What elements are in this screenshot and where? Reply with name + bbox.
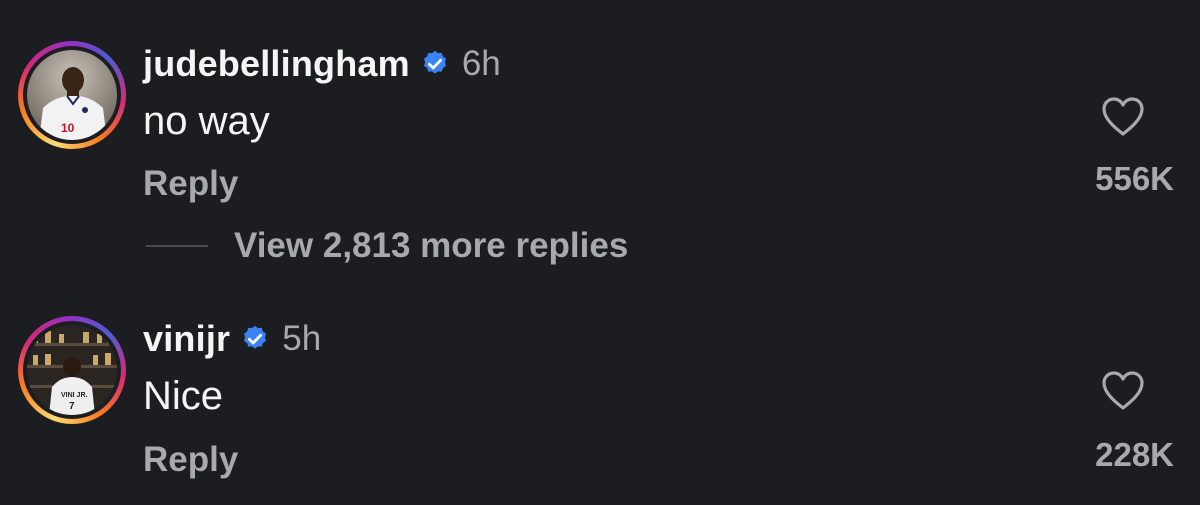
comment-header: vinijr 5h: [143, 315, 321, 363]
view-more-replies-button[interactable]: View 2,813 more replies: [146, 226, 628, 266]
timestamp: 5h: [282, 319, 322, 358]
timestamp: 6h: [461, 44, 501, 83]
verified-badge-icon: [240, 324, 270, 354]
comments-thread: 10 judebellingham 6h no way Reply 556K V…: [0, 0, 1200, 505]
username[interactable]: judebellingham: [143, 43, 410, 85]
heart-icon[interactable]: [1100, 95, 1146, 137]
avatar: 10: [27, 50, 117, 140]
username[interactable]: vinijr: [143, 318, 230, 360]
svg-text:VINI JR.: VINI JR.: [61, 392, 88, 399]
heart-icon[interactable]: [1100, 369, 1146, 411]
svg-text:10: 10: [61, 121, 75, 135]
comment-text: Nice: [143, 374, 224, 418]
avatar-ring[interactable]: VINI JR. 7: [18, 316, 126, 424]
reply-button[interactable]: Reply: [143, 164, 238, 204]
like-count: 228K: [1095, 436, 1174, 473]
svg-text:7: 7: [69, 401, 75, 412]
comment-text: no way: [143, 99, 270, 143]
verified-badge-icon: [420, 49, 450, 79]
comment-header: judebellingham 6h: [143, 40, 501, 88]
reply-button[interactable]: Reply: [143, 440, 238, 480]
like-count: 556K: [1095, 160, 1174, 197]
divider-line: [146, 245, 208, 247]
view-more-replies-label: View 2,813 more replies: [234, 226, 629, 265]
avatar-ring[interactable]: 10: [18, 41, 126, 149]
avatar: VINI JR. 7: [27, 325, 117, 415]
